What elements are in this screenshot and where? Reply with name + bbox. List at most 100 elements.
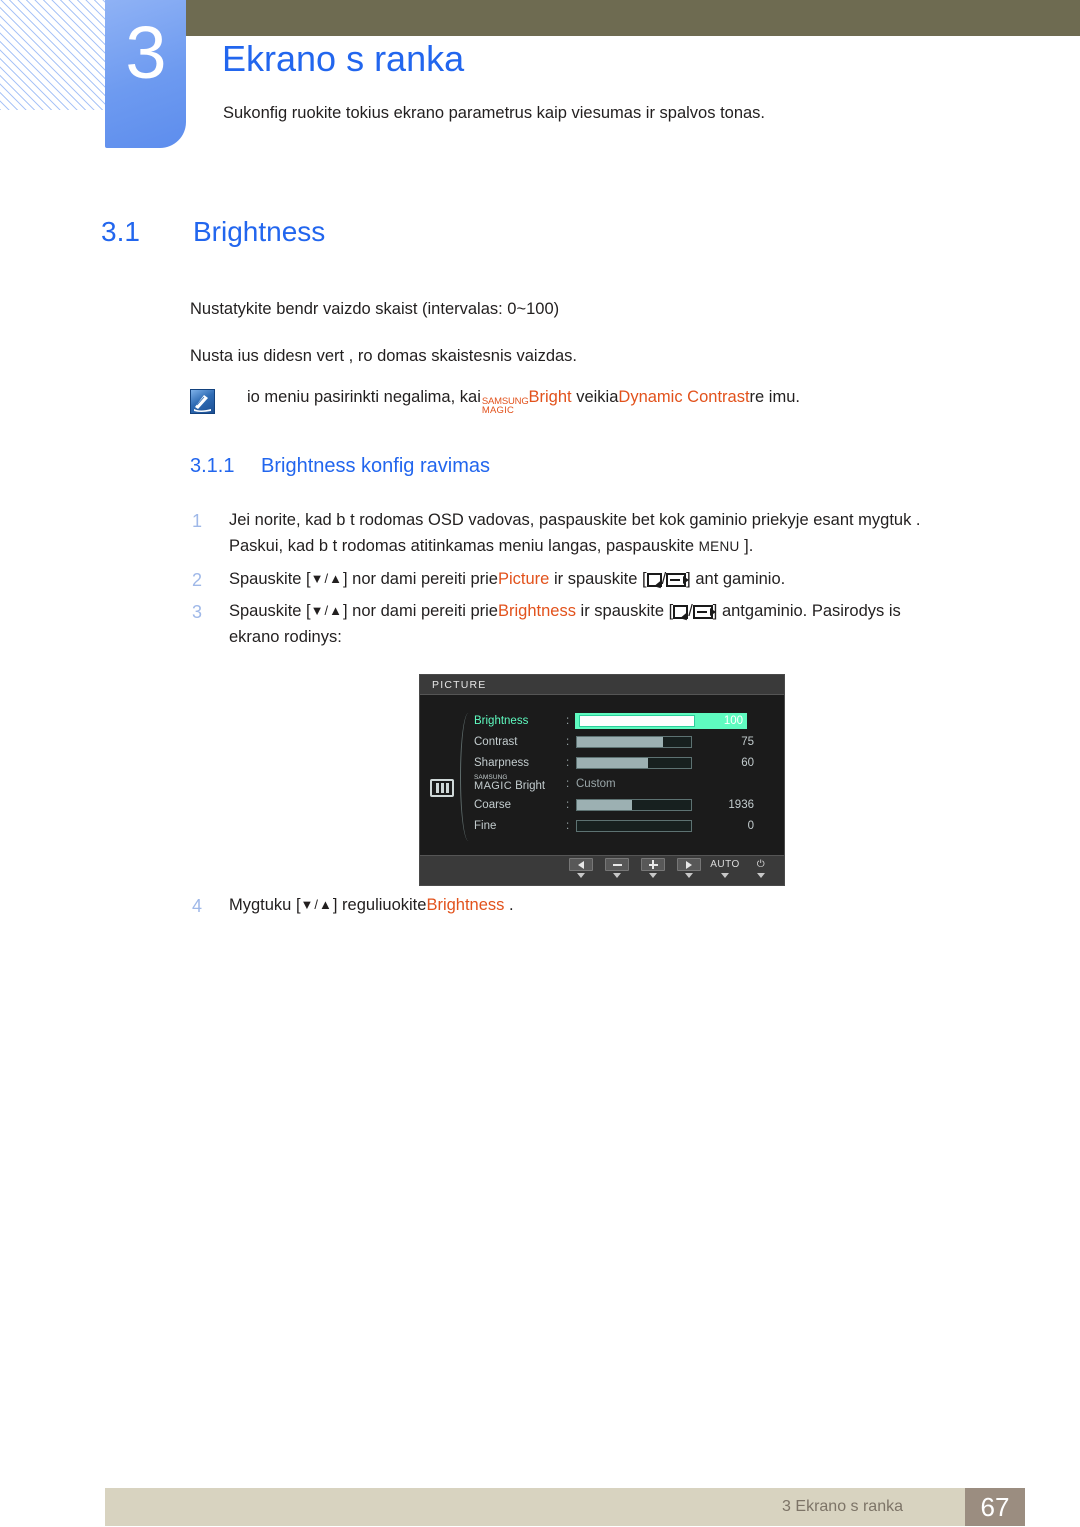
note-text: io meniu pasirinkti negalima, kai SAMSUN… (247, 388, 800, 417)
step2-a: Spauskite [ (229, 570, 311, 588)
subsection-heading: 3.1.1 Brightness konfig ravimas (190, 455, 490, 478)
osd-label: Contrast (474, 735, 518, 748)
bar-glyph (445, 783, 449, 793)
osd-row-magic-bright[interactable]: SAMSUNG MAGIC Bright : Custom (474, 773, 774, 794)
osd-colon: : (566, 735, 570, 748)
triangle-indicator-icon (721, 873, 729, 878)
step-item: 2 Spauskite [▼/▲] nor dami pereiti prieP… (192, 567, 1007, 593)
step3-e: ] antgaminio. Pasirodys is (712, 602, 901, 620)
step4-a: Mygtuku [ (229, 896, 301, 914)
osd-body: Brightness : 100 Contrast : 75 Sharpness… (420, 695, 784, 855)
osd-slider[interactable] (576, 819, 692, 832)
step-number: 3 (192, 602, 203, 622)
osd-label: SAMSUNG MAGIC Bright (474, 775, 566, 793)
updown-arrows-icon: ▼/▲ (300, 897, 333, 912)
picture-bars-icon (430, 779, 454, 797)
brightness-keyword: Brightness (498, 602, 576, 620)
bar-glyph (440, 783, 444, 793)
note-text-before: io meniu pasirinkti negalima, kai (247, 388, 481, 406)
osd-button-power[interactable]: ⏻ (748, 858, 774, 878)
step1-line1: Jei norite, kad b t rodomas OSD vadovas,… (229, 511, 921, 529)
step2-c: ir spauskite [ (549, 570, 647, 588)
osd-colon: : (566, 756, 570, 769)
step3-line2: ekrano rodinys: (229, 627, 342, 646)
step-item: 1 Jei norite, kad b t rodomas OSD vadova… (192, 508, 1007, 559)
osd-button-minus[interactable] (604, 858, 630, 878)
enter-button-icon (666, 573, 690, 587)
step-item: 4 Mygtuku [▼/▲] reguliuokiteBrightness . (192, 893, 1007, 919)
osd-colon: : (566, 798, 570, 811)
footer-chapter-label: 3 Ekrano s ranka (782, 1498, 903, 1515)
decorative-hatch-pattern (0, 0, 105, 110)
osd-slider[interactable] (576, 798, 692, 811)
page-footer: 3 Ekrano s ranka 67 (105, 1488, 1025, 1526)
osd-slider[interactable] (576, 756, 692, 769)
osd-brace-decoration (460, 713, 474, 841)
magic-word: MAGIC (474, 780, 513, 793)
osd-button-plus[interactable] (640, 858, 666, 878)
paragraph-range: Nustatykite bendr vaizdo skaist (interva… (190, 300, 560, 318)
osd-row-coarse[interactable]: Coarse : 1936 (474, 794, 774, 815)
samsung-magic-label: SAMSUNG MAGIC (474, 775, 513, 793)
step1-line2: Paskui, kad b t rodomas atitinkamas meni… (229, 534, 1007, 560)
step-item: 3 Spauskite [▼/▲] nor dami pereiti prieB… (192, 599, 1007, 650)
step4-c: . (504, 896, 514, 914)
step2-e: ] ant gaminio. (686, 570, 786, 588)
osd-value: 1936 (728, 798, 754, 811)
osd-button-auto[interactable]: AUTO (710, 858, 740, 878)
osd-row-list: Brightness : 100 Contrast : 75 Sharpness… (474, 710, 774, 836)
bright-word: Bright (515, 779, 546, 792)
step-number: 4 (192, 896, 203, 916)
osd-value: 0 (747, 819, 754, 832)
triangle-indicator-icon (577, 873, 585, 878)
osd-row-brightness[interactable]: Brightness : 100 (474, 710, 774, 731)
note-block: io meniu pasirinkti negalima, kai SAMSUN… (190, 388, 1000, 417)
osd-value: 75 (741, 735, 754, 748)
updown-arrows-icon: ▼/▲ (310, 603, 343, 618)
step-number: 2 (192, 570, 203, 590)
brightness-keyword: Brightness (426, 896, 505, 914)
triangle-indicator-icon (685, 873, 693, 878)
step-text: Spauskite [▼/▲] nor dami pereiti prieBri… (229, 599, 1007, 650)
back-button-icon (646, 573, 662, 587)
osd-slider[interactable] (579, 714, 695, 727)
paragraph-description: Nusta ius didesn vert , ro domas skaiste… (190, 347, 578, 365)
picture-keyword: Picture (498, 570, 550, 588)
chapter-number: 3 (125, 11, 166, 94)
note-text-middle: veikia (576, 388, 619, 406)
step3-b: ] nor dami pereiti prie (343, 602, 498, 620)
bar-glyph (435, 783, 439, 793)
chapter-title: Ekrano s ranka (222, 38, 465, 79)
step1-line2-a: Paskui, kad b t rodomas atitinkamas meni… (229, 536, 699, 555)
updown-arrows-icon: ▼/▲ (310, 571, 343, 586)
step3-a: Spauskite [ (229, 602, 311, 620)
osd-row-fine[interactable]: Fine : 0 (474, 815, 774, 836)
osd-button-next[interactable] (676, 858, 702, 878)
section-heading: 3.1 Brightness (101, 216, 1001, 248)
osd-menu-screenshot: PICTURE Brightness : 100 Contrast : 75 S… (419, 674, 785, 886)
osd-row-contrast[interactable]: Contrast : 75 (474, 731, 774, 752)
section-number: 3.1 (101, 216, 140, 247)
step-text: Mygtuku [▼/▲] reguliuokiteBrightness . (229, 893, 1007, 919)
menu-key-label: MENU (698, 538, 740, 554)
step-number: 1 (192, 511, 203, 531)
osd-colon: : (566, 819, 570, 832)
auto-label: AUTO (710, 858, 740, 870)
triangle-indicator-icon (757, 873, 765, 878)
left-arrow-icon (569, 858, 593, 871)
osd-row-sharpness[interactable]: Sharpness : 60 (474, 752, 774, 773)
step3-line1: Spauskite [▼/▲] nor dami pereiti prieBri… (229, 599, 1007, 625)
osd-value: 100 (723, 714, 743, 727)
step-text: Spauskite [▼/▲] nor dami pereiti priePic… (229, 567, 1007, 593)
enter-button-icon (692, 605, 716, 619)
magic-word: MAGIC (481, 405, 515, 417)
osd-label: Sharpness (474, 756, 529, 769)
osd-slider[interactable] (576, 735, 692, 748)
page-number: 67 (965, 1488, 1025, 1526)
osd-selected-highlight: 100 (575, 712, 747, 729)
osd-label: Fine (474, 819, 497, 832)
samsung-magic-label: SAMSUNG MAGIC (481, 397, 529, 417)
osd-button-prev[interactable] (568, 858, 594, 878)
minus-icon (605, 858, 629, 871)
step4-b: ] reguliuokite (332, 896, 427, 914)
